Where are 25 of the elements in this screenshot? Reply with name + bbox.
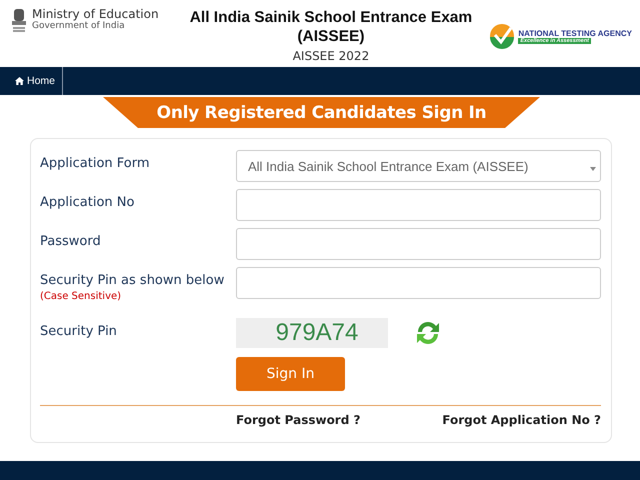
ministry-title: Ministry of Education (32, 7, 159, 21)
caret-icon (590, 167, 596, 171)
field-label: Security Pin (40, 324, 118, 339)
exam-subtitle: AISSEE 2022 (292, 49, 370, 63)
field-label: Security Pin as shown below (40, 273, 226, 288)
field-label: Password (40, 234, 102, 249)
exam-title: All India Sainik School Entrance Exam (AISSEE) (188, 8, 474, 46)
refresh-icon[interactable] (414, 320, 442, 346)
captcha-image: 979A74 (236, 318, 388, 348)
field-label: Application Form (40, 156, 151, 171)
forgot-link[interactable]: Forgot Application No ? (442, 413, 601, 427)
home-icon (15, 77, 24, 85)
agency-name: NATIONAL TESTING AGENCY (518, 28, 632, 38)
input-field[interactable] (236, 189, 601, 221)
input-field[interactable] (236, 267, 601, 299)
field-label: Application No (40, 195, 136, 210)
home-link[interactable]: Home (0, 67, 64, 95)
forgot-link[interactable]: Forgot Password ? (236, 413, 360, 427)
emblem-icon (10, 7, 28, 33)
input-field[interactable] (236, 228, 601, 260)
ministry-subtitle: Government of India (32, 21, 126, 31)
case-note: (Case Sensitive) (40, 291, 122, 302)
application-form-select[interactable]: All India Sainik School Entrance Exam (AISSEE) (236, 150, 601, 182)
sign-in-banner: Only Registered Candidates Sign In (103, 97, 540, 128)
tick-logo-icon (489, 23, 516, 49)
